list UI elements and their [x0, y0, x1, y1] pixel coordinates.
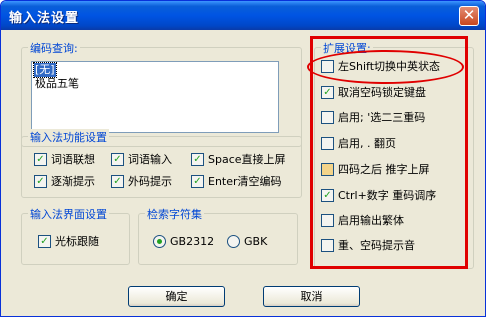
- cancel-button[interactable]: 取消: [263, 286, 360, 307]
- check-icon: ✓: [38, 235, 51, 248]
- code-query-list[interactable]: [无] 极品五笔: [31, 61, 279, 133]
- charset-legend: 检索字符集: [145, 206, 204, 222]
- highlight-oval: [307, 50, 464, 84]
- check-icon: ✓: [34, 153, 47, 166]
- close-icon: ✕: [462, 6, 476, 24]
- checkbox-label: 逐渐提示: [51, 175, 95, 188]
- dialog-body: 编码查询: [无] 极品五笔 输入法功能设置 ✓ 词语联想 ✓ 词语输入 ✓ Spac…: [1, 30, 485, 316]
- function-settings-legend: 输入法功能设置: [28, 129, 109, 145]
- list-item[interactable]: 极品五笔: [34, 77, 80, 91]
- list-item[interactable]: [无]: [33, 62, 57, 78]
- radio-selected-icon: [153, 235, 166, 248]
- title-bar[interactable]: 输入法设置 ✕: [1, 1, 485, 30]
- checkbox-label: 词语输入: [128, 153, 172, 166]
- radio-label: GBK: [244, 235, 268, 248]
- window-title: 输入法设置: [9, 11, 80, 26]
- check-icon: ✓: [34, 175, 47, 188]
- radio-icon: [227, 235, 240, 248]
- check-icon: ✓: [111, 153, 124, 166]
- check-icon: ✓: [111, 175, 124, 188]
- settings-dialog: 输入法设置 ✕ 编码查询: [无] 极品五笔 输入法功能设置 ✓ 词语联想 ✓ 词语…: [0, 0, 486, 317]
- checkbox-label: Space直接上屏: [208, 153, 286, 166]
- checkbox-label: Enter清空编码: [208, 175, 282, 188]
- checkbox-label: 光标跟随: [55, 235, 99, 248]
- radio-label: GB2312: [170, 235, 215, 248]
- check-icon: ✓: [191, 175, 204, 188]
- code-query-legend: 编码查询:: [28, 40, 80, 56]
- close-button[interactable]: ✕: [459, 6, 479, 26]
- checkbox-label: 词语联想: [51, 153, 95, 166]
- interface-settings-legend: 输入法界面设置: [28, 206, 109, 222]
- checkbox-label: 外码提示: [128, 175, 172, 188]
- ok-button[interactable]: 确定: [128, 286, 225, 307]
- check-icon: ✓: [191, 153, 204, 166]
